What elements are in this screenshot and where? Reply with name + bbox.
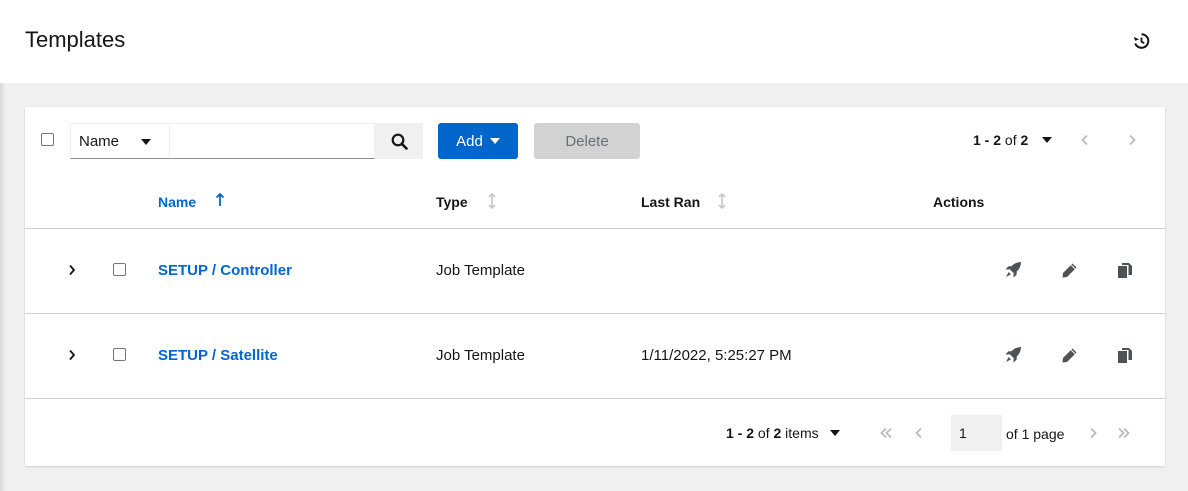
launch-button[interactable] xyxy=(1003,260,1023,280)
next-page-button[interactable] xyxy=(1085,425,1101,441)
templates-card: Name Add Delete 1 - 2 of 2 Name Type Las… xyxy=(25,107,1165,466)
template-name-link[interactable]: SETUP / Satellite xyxy=(158,347,278,364)
column-header-name[interactable]: Name xyxy=(158,194,196,210)
row-divider xyxy=(25,313,1165,314)
angle-right-icon xyxy=(69,264,76,276)
row-checkbox[interactable] xyxy=(113,348,126,361)
launch-button[interactable] xyxy=(1003,345,1023,365)
template-name-link[interactable]: SETUP / Controller xyxy=(158,262,292,279)
pagination-total: 2 xyxy=(1020,132,1029,148)
select-all-checkbox[interactable] xyxy=(41,133,54,146)
add-button-label: Add xyxy=(456,132,483,150)
template-type: Job Template xyxy=(436,347,525,364)
launch-icon xyxy=(1005,347,1021,363)
pagination-of: of xyxy=(1004,132,1017,148)
edit-button[interactable] xyxy=(1059,345,1079,365)
angle-right-icon xyxy=(1090,427,1097,439)
column-header-last-ran[interactable]: Last Ran xyxy=(641,194,700,210)
page-header: Templates xyxy=(0,0,1188,83)
bottom-pagination-toggle[interactable]: 1 - 2 of 2 items xyxy=(726,425,840,441)
row-expand-toggle[interactable] xyxy=(63,261,81,279)
launch-icon xyxy=(1005,262,1021,278)
previous-page-button[interactable] xyxy=(911,425,927,441)
bottom-pagination-items: items xyxy=(785,425,819,441)
angle-right-icon xyxy=(69,349,76,361)
bottom-pagination-of: of xyxy=(757,425,770,441)
copy-icon xyxy=(1118,262,1132,278)
bottom-pagination-total: 2 xyxy=(773,425,782,441)
caret-down-icon xyxy=(1042,137,1053,143)
first-page-button[interactable] xyxy=(878,425,894,441)
row-divider xyxy=(25,228,1165,229)
search-input[interactable] xyxy=(169,123,375,159)
sort-ascending-icon[interactable] xyxy=(215,193,225,207)
page-title: Templates xyxy=(25,27,126,52)
sort-icon[interactable] xyxy=(717,193,727,209)
row-checkbox[interactable] xyxy=(113,263,126,276)
bottom-pagination-range: 1 - 2 xyxy=(726,425,755,441)
previous-page-button[interactable] xyxy=(1077,132,1093,148)
angle-double-right-icon xyxy=(1118,427,1130,439)
template-last-ran: 1/11/2022, 5:25:27 PM xyxy=(641,347,792,364)
caret-down-icon xyxy=(141,139,151,145)
copy-button[interactable] xyxy=(1115,260,1135,280)
copy-button[interactable] xyxy=(1115,345,1135,365)
angle-left-icon xyxy=(915,427,922,439)
last-page-button[interactable] xyxy=(1116,425,1132,441)
edit-button[interactable] xyxy=(1059,260,1079,280)
history-icon xyxy=(1133,33,1150,49)
caret-down-icon xyxy=(489,138,500,144)
page-count-label: of 1 page xyxy=(1006,426,1065,442)
sort-icon[interactable] xyxy=(487,193,497,209)
column-header-type[interactable]: Type xyxy=(436,194,468,210)
row-expand-toggle[interactable] xyxy=(63,346,81,364)
next-page-button[interactable] xyxy=(1124,132,1140,148)
copy-icon xyxy=(1118,347,1132,363)
angle-right-icon xyxy=(1129,134,1136,146)
delete-button-label: Delete xyxy=(565,132,609,150)
pagination-range: 1 - 2 xyxy=(973,132,1002,148)
angle-double-left-icon xyxy=(880,427,892,439)
pagination-toggle[interactable]: 1 - 2 of 2 xyxy=(973,132,1053,148)
column-header-actions: Actions xyxy=(933,194,985,210)
add-button[interactable]: Add xyxy=(438,123,518,159)
row-divider xyxy=(25,398,1165,399)
template-type: Job Template xyxy=(436,262,525,279)
filter-select[interactable]: Name xyxy=(70,123,169,159)
caret-down-icon xyxy=(829,430,840,436)
delete-button[interactable]: Delete xyxy=(534,123,640,159)
filter-select-value: Name xyxy=(79,132,120,150)
search-button[interactable] xyxy=(375,123,423,159)
search-icon xyxy=(391,133,408,150)
page-number-input[interactable] xyxy=(951,415,1002,451)
angle-left-icon xyxy=(1081,134,1088,146)
edit-icon xyxy=(1062,263,1076,277)
history-button[interactable] xyxy=(1128,28,1154,54)
edit-icon xyxy=(1062,348,1076,362)
